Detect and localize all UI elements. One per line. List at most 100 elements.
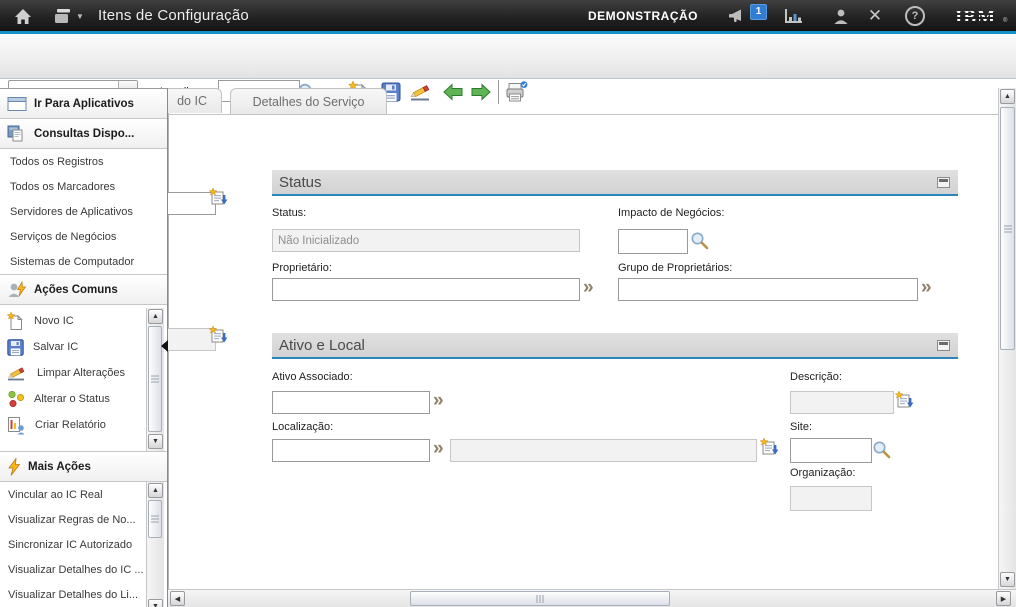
scroll-up-icon[interactable]: ▲ bbox=[148, 483, 163, 498]
next-record-icon[interactable] bbox=[468, 79, 494, 105]
proprietario-label: Proprietário: bbox=[272, 262, 332, 274]
site-lookup-icon[interactable] bbox=[872, 440, 891, 464]
vertical-scrollbar[interactable]: ▲ ▼ bbox=[998, 88, 1016, 589]
change-status-icon bbox=[7, 390, 25, 408]
environment-label: DEMONSTRAÇÃO bbox=[588, 9, 698, 23]
close-icon[interactable]: ✕ bbox=[864, 6, 886, 26]
action-alterar-o-status[interactable]: Alterar o Status bbox=[0, 386, 167, 412]
tab-detalhes-do-servico[interactable]: Detalhes do Serviço bbox=[230, 88, 387, 114]
sidebar-more-actions-header[interactable]: Mais Ações bbox=[0, 451, 167, 482]
user-icon[interactable] bbox=[830, 6, 852, 26]
organizacao-label: Organização: bbox=[790, 467, 855, 479]
more-actions-scrollbar[interactable]: ▲ ▼ bbox=[146, 482, 164, 607]
action-visualizar-regras[interactable]: Visualizar Regras de No... bbox=[0, 507, 167, 532]
grupo-label: Grupo de Proprietários: bbox=[618, 262, 732, 274]
action-limpar-alteracoes[interactable]: Limpar Alterações bbox=[0, 360, 167, 386]
sidebar-queries-header[interactable]: Consultas Dispo... bbox=[0, 119, 167, 149]
home-icon[interactable] bbox=[12, 6, 34, 26]
site-input[interactable] bbox=[790, 438, 872, 463]
queries-icon bbox=[7, 125, 27, 142]
print-icon[interactable] bbox=[504, 79, 530, 105]
ibm-logo-registered: ® bbox=[1003, 18, 1007, 24]
sidebar-collapse-icon[interactable] bbox=[161, 340, 168, 352]
grupo-input[interactable] bbox=[618, 278, 918, 301]
status-input bbox=[272, 229, 580, 252]
tab-baseline bbox=[168, 114, 998, 115]
top-bar: ▼ Itens de Configuração DEMONSTRAÇÃO 1 ✕… bbox=[0, 0, 1016, 31]
scroll-down-icon[interactable]: ▼ bbox=[148, 599, 163, 607]
impacto-lookup-icon[interactable] bbox=[690, 231, 709, 255]
action-visualizar-detalhes-ic[interactable]: Visualizar Detalhes do IC ... bbox=[0, 557, 167, 582]
toolbar: ▼ Localizar: ▼ bbox=[0, 34, 1016, 79]
scroll-up-icon[interactable]: ▲ bbox=[1000, 89, 1015, 104]
proprietario-input[interactable] bbox=[272, 278, 580, 301]
action-criar-relatorio[interactable]: Criar Relatório bbox=[0, 412, 167, 438]
notification-badge: 1 bbox=[750, 4, 767, 20]
ativo-section-header[interactable]: Ativo e Local bbox=[272, 333, 958, 359]
impacto-label: Impacto de Negócios: bbox=[618, 207, 724, 219]
long-description-icon[interactable] bbox=[760, 438, 779, 462]
long-description-icon[interactable] bbox=[895, 391, 914, 415]
ibm-logo: IBM bbox=[955, 7, 996, 29]
sidebar-goto-header[interactable]: Ir Para Aplicativos bbox=[0, 89, 167, 119]
horizontal-scrollbar[interactable]: ◀ ▶ bbox=[168, 589, 1016, 607]
clear-changes-icon[interactable] bbox=[408, 79, 434, 105]
application-window-icon bbox=[7, 96, 27, 112]
collapse-section-icon[interactable] bbox=[937, 177, 950, 188]
new-document-icon bbox=[7, 312, 25, 331]
action-salvar-ic[interactable]: Salvar IC bbox=[0, 334, 167, 360]
impacto-input[interactable] bbox=[618, 229, 688, 254]
descricao-input bbox=[790, 391, 894, 414]
ativo-associado-label: Ativo Associado: bbox=[272, 371, 353, 383]
sidebar: Ir Para Aplicativos Consultas Dispo... T… bbox=[0, 88, 168, 607]
page-title: Itens de Configuração bbox=[98, 7, 249, 24]
collapse-section-icon[interactable] bbox=[937, 340, 950, 351]
localizacao-descricao-input bbox=[450, 439, 757, 462]
action-novo-ic[interactable]: Novo IC bbox=[0, 308, 167, 334]
long-description-icon[interactable] bbox=[209, 326, 228, 350]
status-label: Status: bbox=[272, 207, 306, 219]
common-actions-scroll-thumb[interactable] bbox=[148, 326, 162, 432]
horizontal-scrollbar-thumb[interactable] bbox=[410, 591, 670, 606]
common-actions-scrollbar[interactable]: ▲ ▼ bbox=[146, 308, 164, 451]
sidebar-item-servidores-de-aplicativos[interactable]: Servidores de Aplicativos bbox=[0, 199, 167, 224]
scroll-down-icon[interactable]: ▼ bbox=[1000, 572, 1015, 587]
toolbar-divider bbox=[498, 80, 499, 104]
sidebar-item-servicos-de-negocios[interactable]: Serviços de Negócios bbox=[0, 224, 167, 249]
sidebar-common-actions-header[interactable]: Ações Comuns bbox=[0, 275, 167, 305]
long-description-icon[interactable] bbox=[209, 188, 228, 212]
application-window: ▼ Itens de Configuração DEMONSTRAÇÃO 1 ✕… bbox=[0, 0, 1016, 607]
chevron-down-icon: ▼ bbox=[76, 12, 84, 21]
localizacao-label: Localização: bbox=[272, 421, 333, 433]
create-report-icon bbox=[7, 416, 26, 435]
organizacao-input bbox=[790, 486, 872, 511]
grupo-detail-chevrons-icon[interactable]: » bbox=[921, 279, 930, 297]
ativo-detail-chevrons-icon[interactable]: » bbox=[433, 392, 442, 410]
action-sincronizar-ic-autorizado[interactable]: Sincronizar IC Autorizado bbox=[0, 532, 167, 557]
sidebar-item-sistemas-de-computador[interactable]: Sistemas de Computador bbox=[0, 249, 167, 275]
localizacao-detail-chevrons-icon[interactable]: » bbox=[433, 440, 442, 458]
sidebar-item-todos-os-marcadores[interactable]: Todos os Marcadores bbox=[0, 174, 167, 199]
more-actions-scroll-thumb[interactable] bbox=[148, 500, 162, 538]
localizacao-input[interactable] bbox=[272, 439, 430, 462]
status-section-header[interactable]: Status bbox=[272, 170, 958, 196]
descricao-label: Descrição: bbox=[790, 371, 842, 383]
sidebar-item-todos-os-registros[interactable]: Todos os Registros bbox=[0, 149, 167, 174]
reports-icon[interactable] bbox=[782, 6, 804, 26]
action-vincular-ao-ic-real[interactable]: Vincular ao IC Real bbox=[0, 482, 167, 507]
ativo-associado-input[interactable] bbox=[272, 391, 430, 414]
more-actions-list: Vincular ao IC Real Visualizar Regras de… bbox=[0, 482, 167, 607]
action-visualizar-detalhes-li[interactable]: Visualizar Detalhes do Li... bbox=[0, 582, 167, 607]
vertical-scrollbar-thumb[interactable] bbox=[1000, 107, 1015, 350]
scroll-down-icon[interactable]: ▼ bbox=[148, 434, 163, 449]
more-actions-icon bbox=[7, 458, 21, 476]
proprietario-detail-chevrons-icon[interactable]: » bbox=[583, 279, 592, 297]
help-icon[interactable]: ? bbox=[904, 6, 926, 26]
announcements-icon[interactable] bbox=[727, 6, 749, 26]
save-icon bbox=[7, 339, 24, 356]
previous-record-icon[interactable] bbox=[440, 79, 466, 105]
scroll-right-icon[interactable]: ▶ bbox=[996, 591, 1011, 606]
scroll-left-icon[interactable]: ◀ bbox=[170, 591, 185, 606]
scroll-up-icon[interactable]: ▲ bbox=[148, 309, 163, 324]
goto-menu-icon[interactable]: ▼ bbox=[52, 6, 86, 26]
